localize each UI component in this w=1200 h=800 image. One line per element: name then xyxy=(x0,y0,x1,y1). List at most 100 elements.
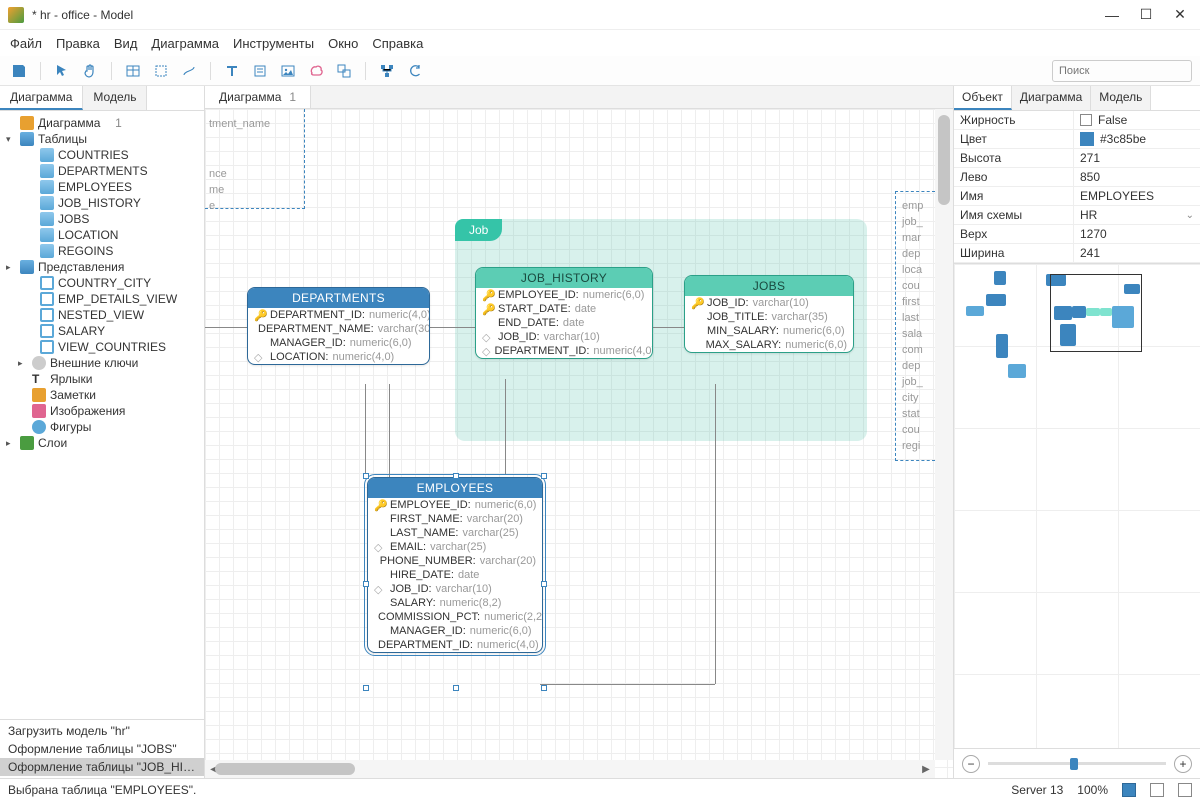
menu-tools[interactable]: Инструменты xyxy=(233,36,314,51)
connector xyxy=(365,384,366,479)
tab-model[interactable]: Модель xyxy=(83,86,147,110)
selection-handle[interactable] xyxy=(541,685,547,691)
prop-row[interactable]: Цвет#3c85be xyxy=(954,130,1200,149)
select-icon[interactable] xyxy=(150,60,172,82)
text-icon[interactable] xyxy=(221,60,243,82)
selection-handle[interactable] xyxy=(541,473,547,479)
toolbar xyxy=(0,56,1200,86)
table-icon[interactable] xyxy=(122,60,144,82)
layout-toggle[interactable] xyxy=(1178,783,1192,797)
prop-row[interactable]: Высота271 xyxy=(954,149,1200,168)
prop-row[interactable]: Имя схемыHR⌄ xyxy=(954,206,1200,225)
rtab-object[interactable]: Объект xyxy=(954,86,1012,110)
prop-row[interactable]: Верх1270 xyxy=(954,225,1200,244)
tree-table[interactable]: JOB_HISTORY xyxy=(0,195,204,211)
tree-table[interactable]: JOBS xyxy=(0,211,204,227)
entity-job-history[interactable]: JOB_HISTORY 🔑EMPLOYEE_ID: numeric(6,0) 🔑… xyxy=(475,267,653,359)
canvas-tab[interactable]: Диаграмма1 xyxy=(205,86,311,108)
selection-handle[interactable] xyxy=(453,473,459,479)
history-item[interactable]: Оформление таблицы "JOB_HIST... xyxy=(0,758,204,776)
tree-tables[interactable]: ▾Таблицы xyxy=(0,131,204,147)
canvas[interactable]: tment_name nce me e Job empjob_mardep lo… xyxy=(205,109,953,778)
rtab-model[interactable]: Модель xyxy=(1091,86,1151,110)
tree-notes[interactable]: Заметки xyxy=(0,387,204,403)
minimize-button[interactable]: — xyxy=(1104,7,1120,23)
zoom-slider[interactable] xyxy=(988,762,1166,765)
property-list: ЖирностьFalse Цвет#3c85be Высота271 Лево… xyxy=(954,111,1200,263)
scrollbar-vertical[interactable] xyxy=(935,109,953,760)
status-server: Server 13 xyxy=(1011,783,1063,797)
prop-row[interactable]: ИмяEMPLOYEES xyxy=(954,187,1200,206)
menu-window[interactable]: Окно xyxy=(328,36,358,51)
menu-edit[interactable]: Правка xyxy=(56,36,100,51)
selection-handle[interactable] xyxy=(363,581,369,587)
menu-view[interactable]: Вид xyxy=(114,36,138,51)
connector xyxy=(430,327,475,328)
entity-employees[interactable]: EMPLOYEES 🔑EMPLOYEE_ID: numeric(6,0) FIR… xyxy=(367,477,543,653)
tree-table[interactable]: DEPARTMENTS xyxy=(0,163,204,179)
tree-view[interactable]: SALARY xyxy=(0,323,204,339)
tree-layers[interactable]: ▸Слои xyxy=(0,435,204,451)
prop-row[interactable]: Лево850 xyxy=(954,168,1200,187)
selection-handle[interactable] xyxy=(541,581,547,587)
note-icon[interactable] xyxy=(249,60,271,82)
tree-table[interactable]: EMPLOYEES xyxy=(0,179,204,195)
maximize-button[interactable]: ☐ xyxy=(1138,7,1154,23)
connector xyxy=(505,379,506,474)
tab-diagram[interactable]: Диаграмма xyxy=(0,86,83,110)
image-icon[interactable] xyxy=(277,60,299,82)
search-box[interactable] xyxy=(1052,60,1192,82)
canvas-area: Диаграмма1 tment_name nce me e Job empjo… xyxy=(205,86,953,778)
tree-view[interactable]: COUNTRY_CITY xyxy=(0,275,204,291)
tree-view[interactable]: EMP_DETAILS_VIEW xyxy=(0,291,204,307)
group-label: Job xyxy=(455,219,502,241)
tree-images[interactable]: Изображения xyxy=(0,403,204,419)
menu-file[interactable]: Файл xyxy=(10,36,42,51)
arrange-icon[interactable] xyxy=(376,60,398,82)
tree-table[interactable]: COUNTRIES xyxy=(0,147,204,163)
close-button[interactable]: ✕ xyxy=(1172,7,1188,23)
tree[interactable]: Диаграмма 1 ▾Таблицы COUNTRIES DEPARTMEN… xyxy=(0,111,204,719)
tree-fk[interactable]: ▸Внешние ключи xyxy=(0,355,204,371)
tree-root[interactable]: Диаграмма 1 xyxy=(0,115,204,131)
selection-handle[interactable] xyxy=(453,685,459,691)
shape-icon[interactable] xyxy=(305,60,327,82)
tree-labels[interactable]: TЯрлыки xyxy=(0,371,204,387)
save-icon[interactable] xyxy=(8,60,30,82)
zoom-in-button[interactable]: + xyxy=(1174,755,1192,773)
history-item[interactable]: Оформление таблицы "JOBS" xyxy=(0,740,204,758)
refresh-icon[interactable] xyxy=(404,60,426,82)
search-input[interactable] xyxy=(1059,65,1200,77)
prop-row[interactable]: Ширина241 xyxy=(954,244,1200,263)
rtab-diagram[interactable]: Диаграмма xyxy=(1012,86,1091,110)
selection-handle[interactable] xyxy=(363,473,369,479)
prop-row[interactable]: ЖирностьFalse xyxy=(954,111,1200,130)
status-message: Выбрана таблица "EMPLOYEES". xyxy=(8,783,196,797)
layout-toggle[interactable] xyxy=(1150,783,1164,797)
entity-departments[interactable]: DEPARTMENTS 🔑DEPARTMENT_ID: numeric(4,0)… xyxy=(247,287,430,365)
pointer-icon[interactable] xyxy=(51,60,73,82)
tree-view[interactable]: NESTED_VIEW xyxy=(0,307,204,323)
history-item[interactable]: Загрузить модель "hr" xyxy=(0,722,204,740)
tree-table[interactable]: LOCATION xyxy=(0,227,204,243)
tree-view[interactable]: VIEW_COUNTRIES xyxy=(0,339,204,355)
partial-entity-right[interactable]: empjob_mardep locacoufirstlast salacomde… xyxy=(895,191,935,461)
statusbar: Выбрана таблица "EMPLOYEES". Server 13 1… xyxy=(0,778,1200,800)
minimap-viewport[interactable] xyxy=(1050,274,1142,352)
minimap[interactable] xyxy=(954,263,1200,748)
layout-toggle[interactable] xyxy=(1122,783,1136,797)
entity-jobs[interactable]: JOBS 🔑JOB_ID: varchar(10) JOB_TITLE: var… xyxy=(684,275,854,353)
tree-table[interactable]: REGOINS xyxy=(0,243,204,259)
group-icon[interactable] xyxy=(333,60,355,82)
left-panel: Диаграмма Модель Диаграмма 1 ▾Таблицы CO… xyxy=(0,86,205,778)
tree-shapes[interactable]: Фигуры xyxy=(0,419,204,435)
tree-views[interactable]: ▸Представления xyxy=(0,259,204,275)
scrollbar-horizontal[interactable]: ◀▶ xyxy=(205,760,935,778)
partial-entity[interactable]: tment_name nce me e xyxy=(205,109,305,209)
hand-icon[interactable] xyxy=(79,60,101,82)
zoom-out-button[interactable]: − xyxy=(962,755,980,773)
relation-icon[interactable] xyxy=(178,60,200,82)
selection-handle[interactable] xyxy=(363,685,369,691)
menu-help[interactable]: Справка xyxy=(372,36,423,51)
menu-diagram[interactable]: Диаграмма xyxy=(151,36,219,51)
